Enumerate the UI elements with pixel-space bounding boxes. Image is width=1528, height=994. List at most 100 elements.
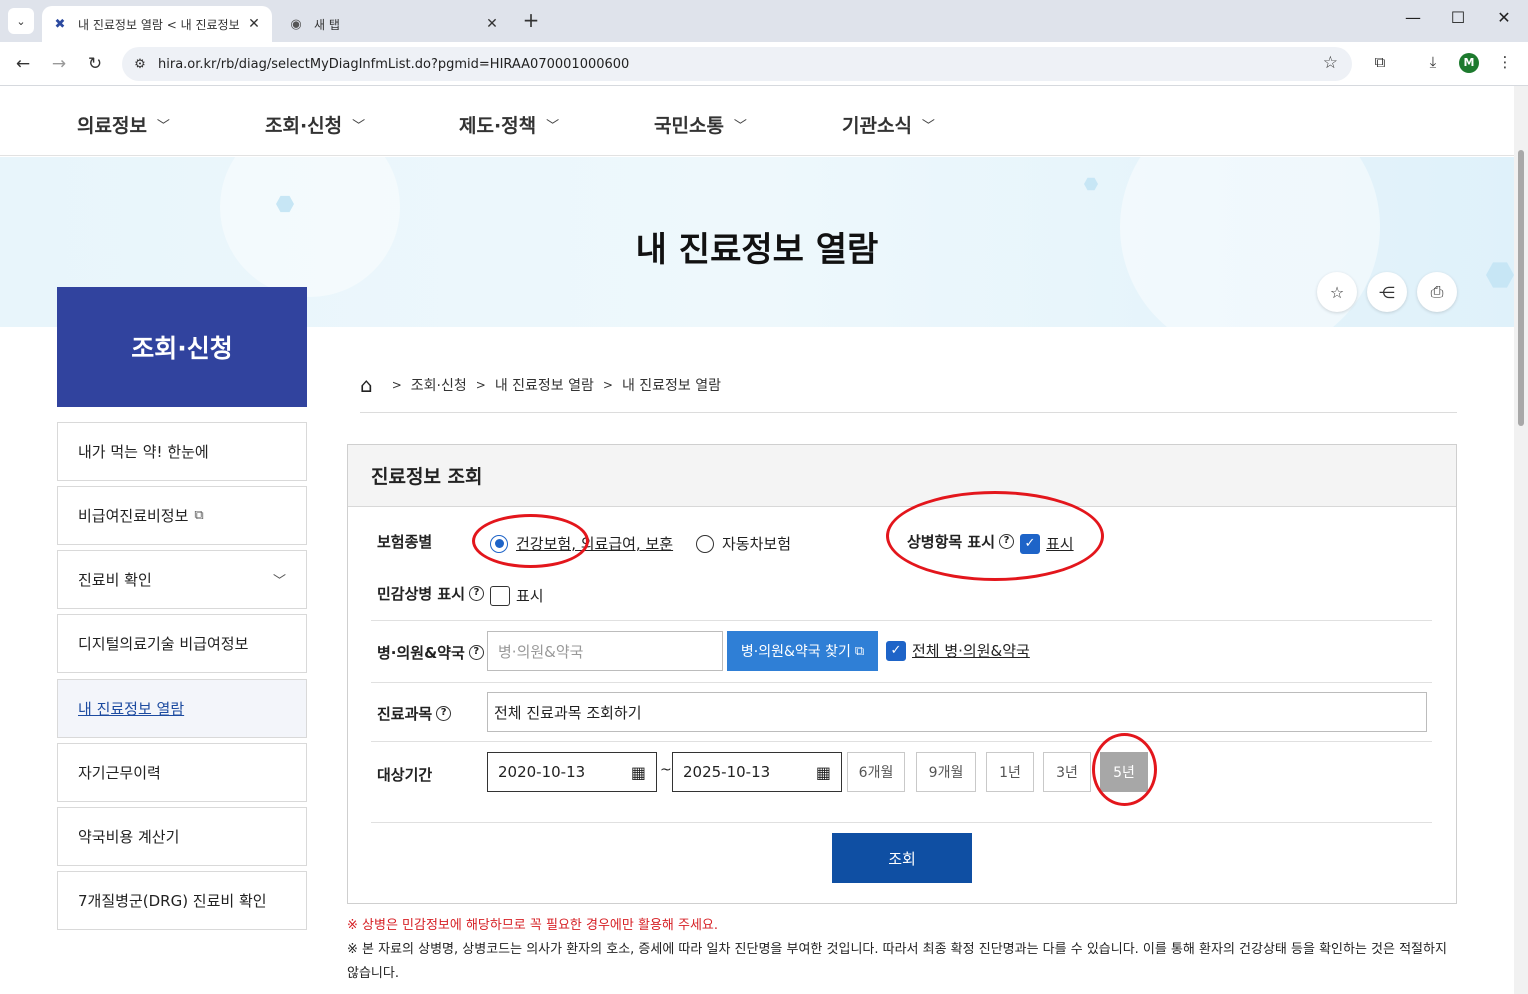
radio-dot[interactable] <box>696 534 714 553</box>
new-tab-icon[interactable]: + <box>520 10 542 32</box>
sidebar-item-my-medicine[interactable]: 내가 먹는 약! 한눈에 <box>57 422 307 481</box>
label-text: 대상기간 <box>377 766 433 784</box>
sidebar-item-pharmacy-calc[interactable]: 약국비용 계산기 <box>57 807 307 866</box>
chevron-down-icon: ﹀ <box>156 119 170 134</box>
close-window-icon[interactable]: ✕ <box>1490 8 1518 32</box>
warning-note: ※ 상병은 민감정보에 해당하므로 꼭 필요한 경우에만 활용해 주세요. <box>347 918 719 933</box>
divider <box>371 822 1432 823</box>
sidebar-item-drg[interactable]: 7개질병군(DRG) 진료비 확인 <box>57 871 307 930</box>
all-hospital-checkbox[interactable]: ✓ 전체 병·의원&약국 <box>886 640 1030 661</box>
print-button[interactable]: ⎙ <box>1417 272 1457 312</box>
nav-item-policy[interactable]: 제도·정책 ﹀ <box>459 111 559 138</box>
sensitive-checkbox[interactable]: 표시 <box>490 585 544 606</box>
radio-health-insurance[interactable]: 건강보험, 의료급여, 보훈 <box>490 533 673 554</box>
sidebar-heading: 조회·신청 <box>57 287 307 407</box>
sidebar-item-label: 진료비 확인 <box>78 571 152 589</box>
nav-item-medical-info[interactable]: 의료정보 ﹀ <box>77 111 170 138</box>
bookmark-star-icon[interactable]: ☆ <box>1323 53 1338 73</box>
maximize-icon[interactable]: ☐ <box>1444 8 1472 32</box>
divider <box>371 741 1432 742</box>
calendar-icon[interactable]: ▦ <box>816 763 831 782</box>
breadcrumb-item[interactable]: 조회·신청 <box>411 375 467 395</box>
checkbox-box[interactable]: ✓ <box>1020 533 1040 554</box>
external-link-icon: ⧉ <box>194 508 204 523</box>
home-icon[interactable]: ⌂ <box>360 373 373 397</box>
browser-tab-active[interactable]: ✖ 내 진료정보 열람 < 내 진료정보 ✕ <box>42 6 272 42</box>
nav-label: 조회·신청 <box>265 115 343 137</box>
tab-title: 내 진료정보 열람 < 내 진료정보 <box>78 17 240 32</box>
browser-tab-new[interactable]: ◉ 새 탭 ✕ <box>278 6 510 42</box>
nav-item-communication[interactable]: 국민소통 ﹀ <box>654 111 747 138</box>
divider <box>371 620 1432 621</box>
label-text: 민감상병 표시 <box>377 585 466 603</box>
label-text: 보험종별 <box>377 533 433 551</box>
date-to-input[interactable]: 2025-10-13 ▦ <box>672 752 842 792</box>
breadcrumb-item[interactable]: 내 진료정보 열람 <box>622 375 721 395</box>
hospital-label: 병·의원&약국? <box>377 642 484 663</box>
sidebar-item-label: 내가 먹는 약! 한눈에 <box>78 443 209 461</box>
tab-search-button[interactable]: ⌄ <box>8 8 34 34</box>
period-3y-button[interactable]: 3년 <box>1043 752 1091 792</box>
scrollbar-thumb[interactable] <box>1518 150 1524 426</box>
sidebar-item-label: 약국비용 계산기 <box>78 828 180 846</box>
sidebar-item-digital-tech[interactable]: 디지털의료기술 비급여정보 <box>57 614 307 673</box>
search-submit-button[interactable]: 조회 <box>832 833 972 883</box>
label-text: 진료과목 <box>377 705 433 723</box>
radio-label: 자동차보험 <box>722 535 792 553</box>
checkbox-box[interactable]: ✓ <box>886 640 906 661</box>
nav-item-news[interactable]: 기관소식 ﹀ <box>842 111 935 138</box>
calendar-icon[interactable]: ▦ <box>631 763 646 782</box>
url-input[interactable]: ⚙ hira.or.kr/rb/diag/selectMyDiagInfmLis… <box>122 47 1352 81</box>
radio-auto-insurance[interactable]: 자동차보험 <box>696 533 791 554</box>
sidebar-item-noncovered-cost[interactable]: 비급여진료비정보 ⧉ <box>57 486 307 545</box>
reload-icon[interactable]: ↻ <box>82 52 108 76</box>
sensitive-label: 민감상병 표시? <box>377 583 485 604</box>
main-nav: 의료정보 ﹀ 조회·신청 ﹀ 제도·정책 ﹀ 국민소통 ﹀ 기관소식 ﹀ <box>0 92 1514 156</box>
period-9m-button[interactable]: 9개월 <box>916 752 976 792</box>
date-from-input[interactable]: 2020-10-13 ▦ <box>487 752 657 792</box>
menu-dots-icon[interactable]: ⋮ <box>1493 53 1517 75</box>
chevron-down-icon: ﹀ <box>272 574 286 589</box>
hospital-input[interactable]: 병·의원&약국 <box>487 631 723 671</box>
extensions-icon[interactable]: ⧉ <box>1368 53 1392 75</box>
sidebar-item-my-medical-info[interactable]: 내 진료정보 열람 <box>57 679 307 738</box>
date-value: 2020-10-13 <box>498 763 586 781</box>
checkbox-label: 표시 <box>1046 535 1074 553</box>
checkbox-box[interactable] <box>490 585 510 606</box>
minimize-icon[interactable]: — <box>1399 8 1427 32</box>
help-icon[interactable]: ? <box>999 534 1015 549</box>
checkbox-label: 표시 <box>516 587 544 605</box>
dept-select[interactable]: 전체 진료과목 조회하기 <box>487 692 1427 732</box>
nav-item-inquiry[interactable]: 조회·신청 ﹀ <box>265 111 365 138</box>
profile-avatar[interactable]: M <box>1459 53 1479 73</box>
chevron-down-icon: ﹀ <box>352 119 366 134</box>
breadcrumb-item[interactable]: 내 진료정보 열람 <box>495 375 594 395</box>
download-icon[interactable]: ⤓ <box>1421 53 1445 75</box>
favorite-star-button[interactable]: ☆ <box>1317 272 1357 312</box>
period-5y-button[interactable]: 5년 <box>1100 752 1148 792</box>
date-value: 2025-10-13 <box>683 763 771 781</box>
back-icon[interactable]: ← <box>10 52 36 76</box>
help-icon[interactable]: ? <box>436 706 452 721</box>
date-separator: ~ <box>660 762 672 778</box>
radio-dot[interactable] <box>490 534 508 553</box>
hospital-find-button[interactable]: 병·의원&약국 찾기 ⧉ <box>727 631 878 671</box>
page-scrollbar[interactable] <box>1514 86 1528 994</box>
sidebar-item-cost-check[interactable]: 진료비 확인 ﹀ <box>57 550 307 609</box>
breadcrumb-separator: > <box>475 378 486 392</box>
forward-icon[interactable]: → <box>46 52 72 76</box>
disease-display-checkbox[interactable]: ✓ 표시 <box>1020 533 1074 554</box>
nav-label: 의료정보 <box>77 115 147 137</box>
help-icon[interactable]: ? <box>469 586 485 601</box>
help-icon[interactable]: ? <box>468 645 484 660</box>
sidebar-item-work-history[interactable]: 자기근무이력 <box>57 743 307 802</box>
decor-hexagon <box>1084 177 1098 191</box>
divider <box>371 682 1432 683</box>
close-tab-icon[interactable]: ✕ <box>484 16 500 32</box>
info-note: ※ 본 자료의 상병명, 상병코드는 의사가 환자의 호소, 증세에 따라 일차… <box>347 942 1447 957</box>
period-6m-button[interactable]: 6개월 <box>847 752 905 792</box>
site-info-icon[interactable]: ⚙ <box>122 57 158 72</box>
share-button[interactable]: ⋲ <box>1367 272 1407 312</box>
close-tab-icon[interactable]: ✕ <box>246 16 262 32</box>
period-1y-button[interactable]: 1년 <box>986 752 1034 792</box>
